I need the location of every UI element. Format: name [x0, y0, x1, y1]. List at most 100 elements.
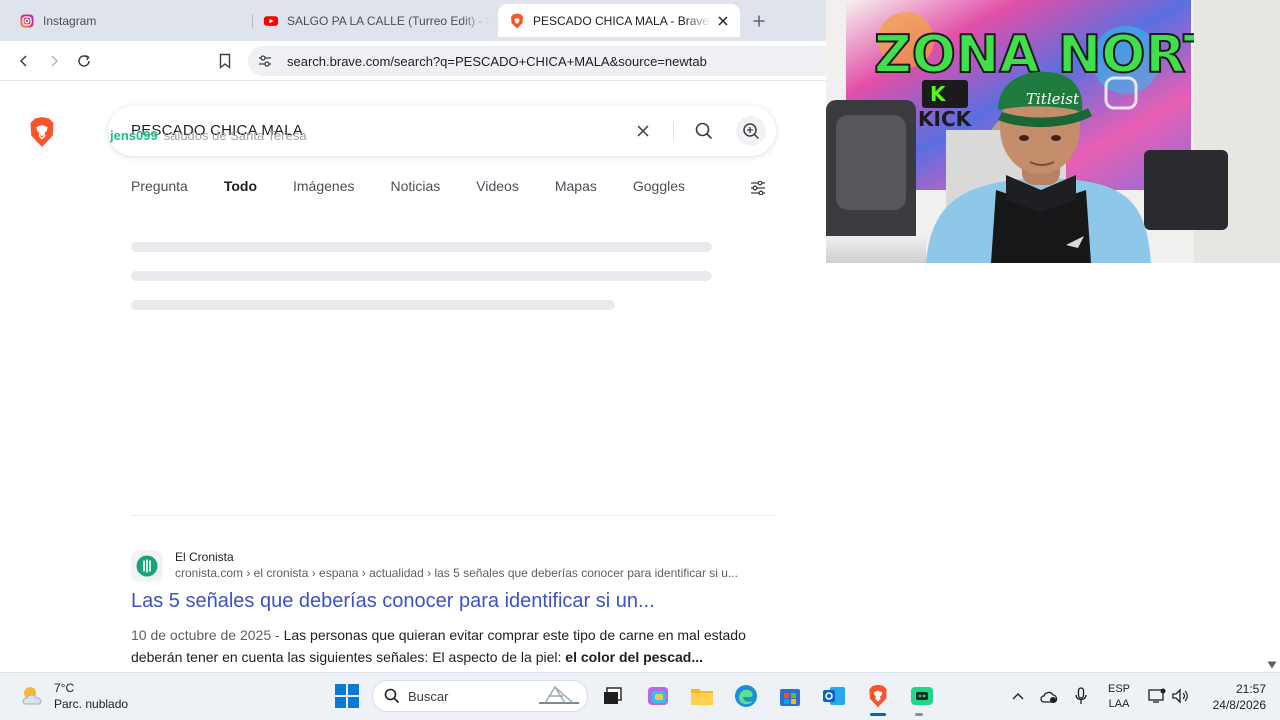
tab-strip: Instagram SALGO PA LA CALLE (Turreo Edit… — [0, 0, 826, 41]
triangle-down-icon — [1267, 661, 1277, 669]
brave-icon — [510, 13, 524, 28]
tab-imagenes[interactable]: Imágenes — [293, 178, 354, 202]
edge-icon — [735, 685, 757, 707]
network-tray[interactable] — [1147, 686, 1167, 706]
search-box[interactable]: PESCADO CHICA MALA jens099 saludos de San… — [108, 106, 776, 156]
edge-browser-app[interactable] — [731, 681, 761, 711]
result-date: 10 de octubre de 2025 — [131, 627, 272, 643]
search-tabs: Pregunta Todo Imágenes Noticias Videos M… — [131, 178, 721, 202]
browser-toolbar: search.brave.com/search?q=PESCADO+CHICA+… — [0, 41, 848, 81]
onedrive-tray[interactable] — [1039, 686, 1059, 706]
tab-youtube[interactable]: SALGO PA LA CALLE (Turreo Edit) - C — [256, 6, 490, 35]
bridge-icon — [539, 685, 579, 704]
microphone-icon — [1075, 687, 1087, 704]
outlook-app[interactable] — [819, 681, 849, 711]
close-icon[interactable] — [712, 10, 734, 32]
windows-start-icon[interactable] — [334, 683, 360, 709]
address-url: search.brave.com/search?q=PESCADO+CHICA+… — [287, 53, 707, 69]
result-snippet: 10 de octubre de 2025 - Las personas que… — [131, 624, 779, 668]
tab-separator — [252, 14, 253, 28]
brave-icon — [869, 684, 887, 708]
stream-app-icon — [911, 687, 933, 705]
tab-pregunta[interactable]: Pregunta — [131, 178, 188, 202]
copilot-icon — [648, 687, 668, 705]
result-site-name[interactable]: El Cronista — [175, 550, 234, 564]
tab-title: Instagram — [43, 13, 97, 28]
file-explorer-app[interactable] — [687, 681, 717, 711]
clock-time: 21:57 — [1235, 682, 1266, 696]
image-search-icon — [743, 123, 760, 140]
tab-todo[interactable]: Todo — [224, 178, 257, 202]
plus-icon — [753, 15, 765, 27]
keyboard-layout: LAA — [1108, 698, 1130, 710]
bookmark-icon — [219, 53, 231, 69]
site-settings-icon[interactable] — [250, 54, 280, 68]
search-button[interactable] — [689, 116, 719, 146]
instagram-icon — [20, 14, 34, 28]
clock-date: 24/8/2026 — [1212, 698, 1266, 712]
input-language[interactable]: ESP LAA — [1108, 682, 1130, 712]
microsoft-store-app[interactable] — [775, 681, 805, 711]
search-icon — [384, 688, 400, 704]
loading-skeleton-line — [131, 242, 712, 252]
loading-skeleton-line — [131, 300, 615, 310]
search-icon — [695, 122, 713, 140]
speaker-icon — [1172, 688, 1188, 704]
microphone-tray[interactable] — [1071, 686, 1091, 706]
snippet-separator: - — [271, 627, 284, 643]
stream-chat-overlay: jens099 saludos de Santa Teresa — [110, 128, 307, 143]
search-results-page: PESCADO CHICA MALA jens099 saludos de San… — [0, 82, 826, 672]
result-breadcrumb[interactable]: cronista.com › el cronista › espana › ac… — [175, 566, 781, 580]
filters-button[interactable] — [746, 176, 770, 200]
results-divider — [131, 515, 777, 516]
back-button[interactable] — [12, 49, 36, 73]
running-indicator — [870, 713, 886, 716]
store-icon — [780, 689, 800, 706]
taskbar-search[interactable]: Buscar — [372, 680, 588, 712]
weather-description: Parc. nublado — [54, 697, 129, 711]
forward-button[interactable] — [42, 49, 66, 73]
site-favicon-icon — [131, 550, 163, 582]
task-view-icon — [604, 687, 622, 704]
search-divider — [673, 121, 674, 141]
reload-button[interactable] — [72, 49, 96, 73]
tab-noticias[interactable]: Noticias — [390, 178, 440, 202]
task-view-button[interactable] — [598, 681, 628, 711]
show-hidden-icons-button[interactable] — [1008, 686, 1028, 706]
new-tab-button[interactable] — [748, 10, 770, 32]
chevron-up-icon — [1012, 693, 1024, 700]
system-clock[interactable]: 21:57 24/8/2026 — [1200, 681, 1266, 713]
partly-cloudy-icon — [22, 687, 42, 705]
volume-tray[interactable] — [1170, 686, 1190, 706]
forward-icon — [51, 55, 59, 67]
brave-logo-icon[interactable] — [28, 116, 56, 148]
clear-search-button[interactable] — [628, 116, 658, 146]
tab-videos[interactable]: Videos — [476, 178, 519, 202]
chat-message: saludos de Santa Teresa — [163, 128, 307, 143]
bookmark-button[interactable] — [213, 49, 237, 73]
brave-browser-app[interactable] — [863, 681, 893, 711]
tab-brave-search[interactable]: PESCADO CHICA MALA - Brave S — [498, 4, 740, 37]
snippet-highlight: el color del pescad... — [565, 649, 704, 665]
running-indicator — [915, 713, 923, 716]
language-code: ESP — [1108, 683, 1131, 695]
kick-logo-text: K — [930, 82, 947, 106]
scroll-down-arrow[interactable] — [1266, 660, 1278, 670]
kick-label: KICK — [918, 107, 973, 131]
copilot-app[interactable] — [643, 681, 673, 711]
result-title-link[interactable]: Las 5 señales que deberías conocer para … — [131, 590, 655, 613]
tab-mapas[interactable]: Mapas — [555, 178, 597, 202]
weather-temperature: 7°C — [54, 681, 75, 695]
tab-title: SALGO PA LA CALLE (Turreo Edit) - C — [287, 13, 490, 28]
address-bar[interactable]: search.brave.com/search?q=PESCADO+CHICA+… — [248, 46, 848, 76]
network-icon — [1148, 688, 1166, 703]
youtube-icon — [264, 14, 278, 28]
weather-widget[interactable]: 7°C Parc. nublado — [20, 680, 128, 712]
cap-logo-text: Titleist — [1026, 90, 1080, 108]
webcam-feed: ZONA NORTE K KICK Titleist — [826, 0, 1280, 263]
tab-instagram[interactable]: Instagram — [12, 6, 248, 35]
tab-goggles[interactable]: Goggles — [633, 178, 685, 202]
folder-icon — [691, 689, 713, 705]
visual-search-button[interactable] — [736, 116, 766, 146]
streaming-app[interactable] — [907, 681, 937, 711]
